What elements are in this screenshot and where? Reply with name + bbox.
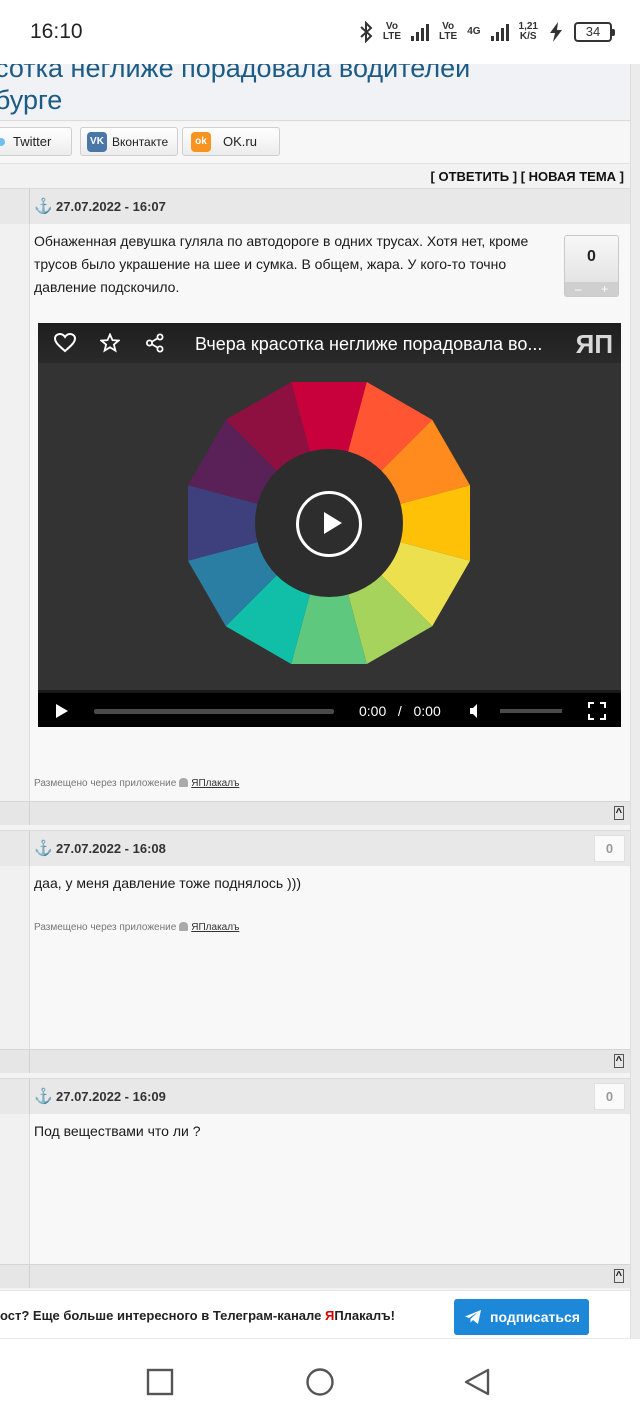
- network-speed: 1,21 K/S: [518, 21, 538, 42]
- rating-value: 0: [587, 248, 596, 265]
- play-icon: [324, 512, 342, 534]
- status-time: 16:10: [30, 20, 83, 43]
- rating-controls: – +: [565, 282, 618, 296]
- video-controls: 0:00 / 0:00: [38, 690, 621, 727]
- post-rating[interactable]: 0: [594, 835, 625, 862]
- signal-icon-2: [490, 23, 509, 41]
- signal-icon-1: [411, 23, 430, 41]
- video-player[interactable]: Вчера красотка неглиже порадовала во... …: [38, 323, 621, 727]
- post-body: даа, у меня давление тоже поднялось ))) …: [0, 866, 630, 1049]
- reply-newtopic-links[interactable]: [ ОТВЕТИТЬ ] [ НОВАЯ ТЕМА ]: [431, 169, 624, 184]
- charging-icon: [550, 22, 562, 42]
- app-link[interactable]: ЯПлакалъ: [191, 778, 239, 789]
- volume-slider[interactable]: [500, 709, 562, 713]
- topic-title: асотка неглиже порадовала водителей нбур…: [0, 64, 471, 115]
- android-nav-bar: [0, 1338, 640, 1423]
- android-icon: [179, 922, 189, 931]
- posted-via: Размещено через приложение ЯПлакалъ: [34, 778, 240, 789]
- bluetooth-icon: [360, 21, 373, 43]
- volume-icon[interactable]: [469, 703, 485, 719]
- telegram-subscribe-label: подписаться: [490, 1309, 580, 1325]
- scroll-top-button[interactable]: ^: [613, 806, 624, 820]
- share-vk-label: Вконтакте: [112, 134, 169, 149]
- anchor-icon[interactable]: ⚓: [34, 1087, 53, 1105]
- post-text: Под веществами что ли ?: [34, 1123, 201, 1139]
- recents-button[interactable]: [145, 1367, 175, 1397]
- telegram-banner: ост? Еще больше интересного в Телеграм-к…: [0, 1290, 640, 1338]
- post-footer: ^: [0, 801, 630, 825]
- anchor-icon[interactable]: ⚓: [34, 197, 53, 215]
- share-toolbar: Twitter VK Вконтакте ok OK.ru: [0, 122, 630, 164]
- telegram-subscribe-button[interactable]: подписаться: [454, 1299, 589, 1335]
- video-progress-bar[interactable]: [94, 709, 334, 714]
- network-type: 4G: [467, 26, 481, 37]
- telegram-banner-text: ост? Еще больше интересного в Телеграм-к…: [0, 1308, 395, 1323]
- play-button[interactable]: [56, 704, 68, 718]
- post-rating: 0 – +: [564, 235, 619, 297]
- rating-minus-button[interactable]: –: [575, 282, 582, 296]
- post-body: Обнаженная девушка гуляла по автодороге …: [0, 224, 630, 801]
- scroll-top-button[interactable]: ^: [613, 1269, 624, 1283]
- status-bar: 16:10 Vo LTE Vo LTE 4G 1,21 K/S 34: [0, 0, 640, 64]
- web-page[interactable]: асотка неглиже порадовала водителей нбур…: [0, 64, 640, 1338]
- post-text: даа, у меня давление тоже поднялось ))): [34, 875, 302, 891]
- app-link[interactable]: ЯПлакалъ: [191, 922, 239, 933]
- battery-icon: 34: [574, 22, 615, 42]
- share-vk-button[interactable]: VK Вконтакте: [80, 127, 178, 156]
- scroll-top-button[interactable]: ^: [613, 1054, 624, 1068]
- anchor-icon[interactable]: ⚓: [34, 839, 53, 857]
- post-footer: ^: [0, 1049, 630, 1073]
- home-button[interactable]: [305, 1367, 335, 1397]
- post-header: ⚓ 27.07.2022 - 16:08 0: [0, 830, 630, 866]
- back-button[interactable]: [462, 1367, 492, 1397]
- twitter-icon: [0, 137, 5, 146]
- video-time: 0:00 / 0:00: [359, 703, 441, 719]
- volte-indicator-2: Vo LTE: [439, 21, 458, 42]
- status-icons: Vo LTE Vo LTE 4G 1,21 K/S 34: [359, 18, 615, 46]
- post-body: Под веществами что ли ?: [0, 1114, 630, 1265]
- share-twitter-label: Twitter: [13, 134, 52, 149]
- big-play-button[interactable]: [296, 491, 362, 557]
- post-date[interactable]: 27.07.2022 - 16:07: [56, 199, 166, 214]
- vk-icon: VK: [87, 131, 107, 152]
- post-rating[interactable]: 0: [594, 1083, 625, 1110]
- post-date[interactable]: 27.07.2022 - 16:08: [56, 841, 166, 856]
- post-footer: ^: [0, 1264, 630, 1288]
- volte-indicator-1: Vo LTE: [382, 21, 402, 42]
- share-twitter-button[interactable]: Twitter: [0, 127, 72, 156]
- post-header: ⚓ 27.07.2022 - 16:07: [0, 188, 630, 224]
- posted-via: Размещено через приложение ЯПлакалъ: [34, 922, 240, 933]
- post-header: ⚓ 27.07.2022 - 16:09 0: [0, 1078, 630, 1114]
- post-date[interactable]: 27.07.2022 - 16:09: [56, 1089, 166, 1104]
- rating-plus-button[interactable]: +: [601, 282, 608, 296]
- share-ok-button[interactable]: ok OK.ru: [182, 127, 280, 156]
- telegram-icon: [465, 1310, 481, 1324]
- post-text: Обнаженная девушка гуляла по автодороге …: [34, 233, 529, 295]
- ok-icon: ok: [191, 131, 211, 152]
- fullscreen-icon[interactable]: [588, 702, 606, 720]
- page-scrollbar[interactable]: [630, 64, 640, 1338]
- android-icon: [179, 778, 189, 787]
- topic-header: асотка неглиже порадовала водителей нбур…: [0, 64, 630, 121]
- share-ok-label: OK.ru: [223, 134, 257, 149]
